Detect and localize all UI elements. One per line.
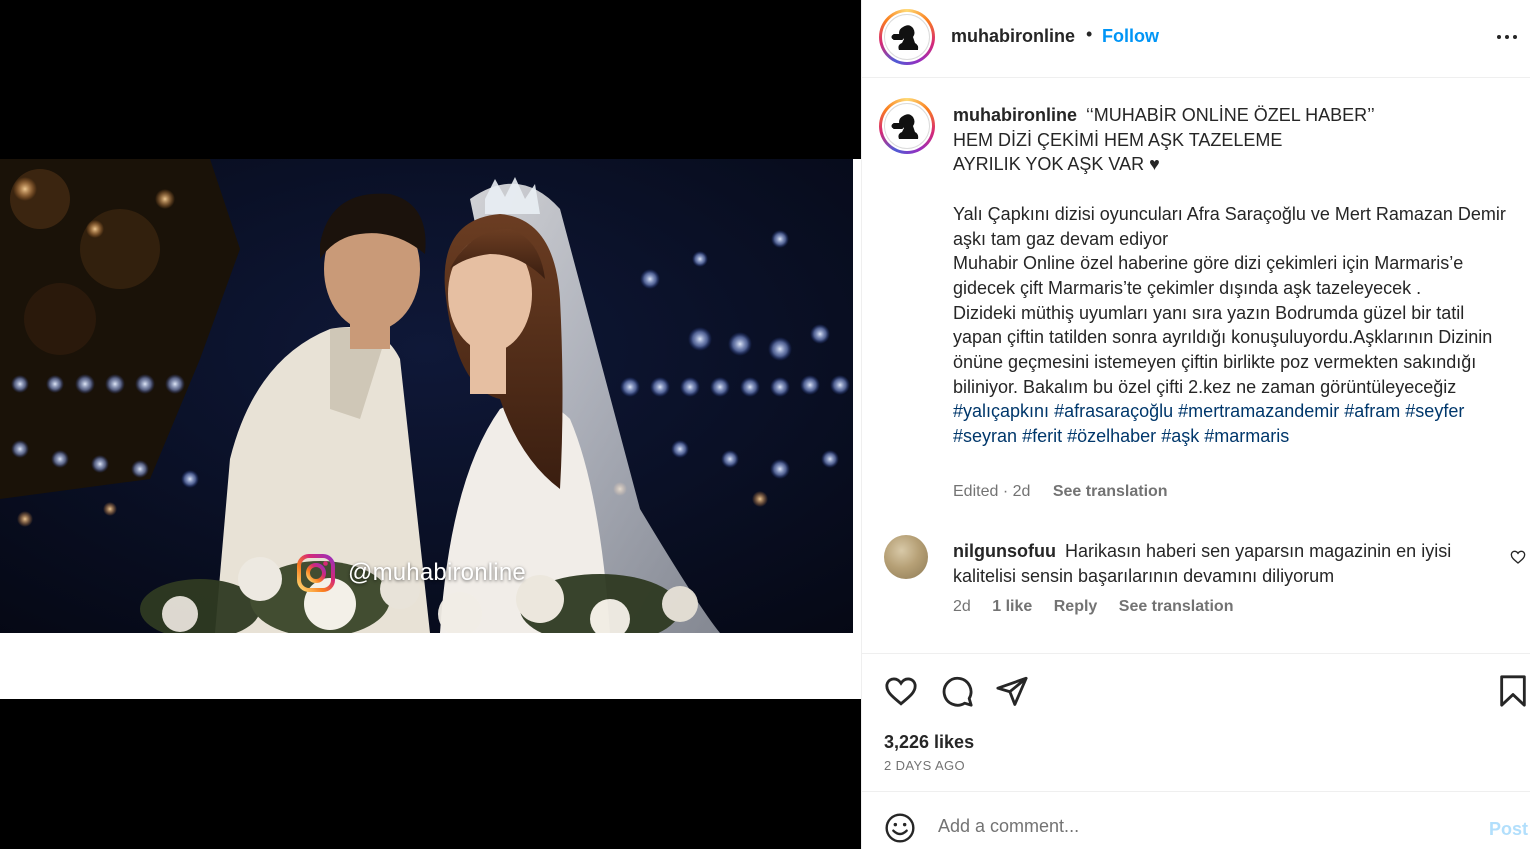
- post-comment-button[interactable]: Post: [1489, 819, 1528, 840]
- caption-age[interactable]: 2d: [1013, 483, 1031, 500]
- caption-meta: Edited · 2d See translation: [953, 483, 1168, 501]
- see-translation-link[interactable]: See translation: [1053, 483, 1168, 500]
- hashtag-link[interactable]: #özelhaber: [1067, 426, 1156, 446]
- hashtag-link[interactable]: #mertramazandemir: [1178, 401, 1339, 421]
- avatar-image: [884, 103, 930, 149]
- comment-see-translation-link[interactable]: See translation: [1119, 598, 1234, 615]
- hashtag-link[interactable]: #marmaris: [1204, 426, 1289, 446]
- watermark: @muhabironline: [296, 553, 526, 593]
- likes-count[interactable]: 3,226 likes: [884, 732, 974, 753]
- caption-author-avatar[interactable]: [879, 98, 935, 154]
- commenter-username[interactable]: nilgunsofuu: [953, 541, 1056, 561]
- hashtag-link[interactable]: #seyran: [953, 426, 1017, 446]
- comment-input[interactable]: [938, 816, 1458, 837]
- commenter-avatar[interactable]: [884, 535, 928, 579]
- hashtag-link[interactable]: #ferit: [1022, 426, 1062, 446]
- media-frame: @muhabironline: [0, 159, 861, 699]
- caption-username[interactable]: muhabironline: [953, 105, 1077, 125]
- paper-plane-icon[interactable]: [995, 674, 1029, 713]
- caption-line: HEM DİZİ ÇEKİMİ HEM AŞK TAZELEME: [953, 129, 1283, 150]
- caption-headline: ‘‘MUHABİR ONLİNE ÖZEL HABER’’: [1086, 105, 1375, 125]
- edited-label: Edited: [953, 483, 999, 500]
- post-image[interactable]: @muhabironline: [0, 159, 853, 633]
- caption-line: AYRILIK YOK AŞK VAR ♥: [953, 154, 1160, 175]
- reporter-silhouette-icon: [891, 114, 919, 139]
- follow-button[interactable]: Follow: [1102, 26, 1159, 47]
- comment-bubble-icon[interactable]: [940, 674, 974, 713]
- caption-line: Muhabir Online özel haberine göre dizi ç…: [953, 253, 1469, 298]
- meta-separator: ·: [1002, 483, 1009, 500]
- avatar-image: [884, 14, 930, 60]
- post-side-panel: muhabironline • Follow muhabironline ‘‘M…: [861, 0, 1530, 849]
- comments-scroll-area[interactable]: muhabironline ‘‘MUHABİR ONLİNE ÖZEL HABE…: [862, 79, 1530, 653]
- hashtag-link[interactable]: #seyfer: [1405, 401, 1464, 421]
- post-timestamp: 2 DAYS AGO: [884, 758, 966, 773]
- post-actions: 3,226 likes 2 DAYS AGO: [862, 653, 1530, 791]
- post-caption: muhabironline ‘‘MUHABİR ONLİNE ÖZEL HABE…: [953, 103, 1513, 449]
- author-avatar[interactable]: [879, 9, 935, 65]
- hashtag-link[interactable]: #aşk: [1161, 426, 1199, 446]
- author-username[interactable]: muhabironline: [951, 26, 1075, 47]
- comment-body: nilgunsofuu Harikasın haberi sen yaparsı…: [953, 539, 1493, 589]
- hashtag-link[interactable]: #afram: [1344, 401, 1400, 421]
- heart-icon[interactable]: [884, 674, 918, 713]
- comment-likes-count[interactable]: 1 like: [992, 598, 1032, 615]
- hashtag-link[interactable]: #yalıçapkını: [953, 401, 1049, 421]
- caption-line: Yalı Çapkını dizisi oyuncuları Afra Sara…: [953, 203, 1511, 249]
- watermark-handle: @muhabironline: [348, 559, 526, 586]
- comment-age[interactable]: 2d: [953, 598, 971, 615]
- instagram-logo-icon: [297, 554, 335, 592]
- comment-like-heart-icon[interactable]: [1510, 549, 1526, 570]
- add-comment-bar: Post: [862, 791, 1530, 849]
- separator-dot: •: [1086, 24, 1093, 44]
- reporter-silhouette-icon: [891, 25, 919, 50]
- media-pane: @muhabironline: [0, 0, 861, 849]
- post-header: muhabironline • Follow: [862, 0, 1530, 78]
- emoji-icon[interactable]: [884, 812, 916, 849]
- more-options-icon[interactable]: [1492, 22, 1522, 52]
- reply-button[interactable]: Reply: [1054, 598, 1098, 615]
- hashtag-link[interactable]: #afrasaraçoğlu: [1054, 401, 1173, 421]
- caption-line: Dizideki müthiş uyumları yanı sıra yazın…: [953, 302, 1493, 397]
- bookmark-icon[interactable]: [1498, 674, 1528, 713]
- comment-meta: 2d 1 like Reply See translation: [953, 598, 1250, 616]
